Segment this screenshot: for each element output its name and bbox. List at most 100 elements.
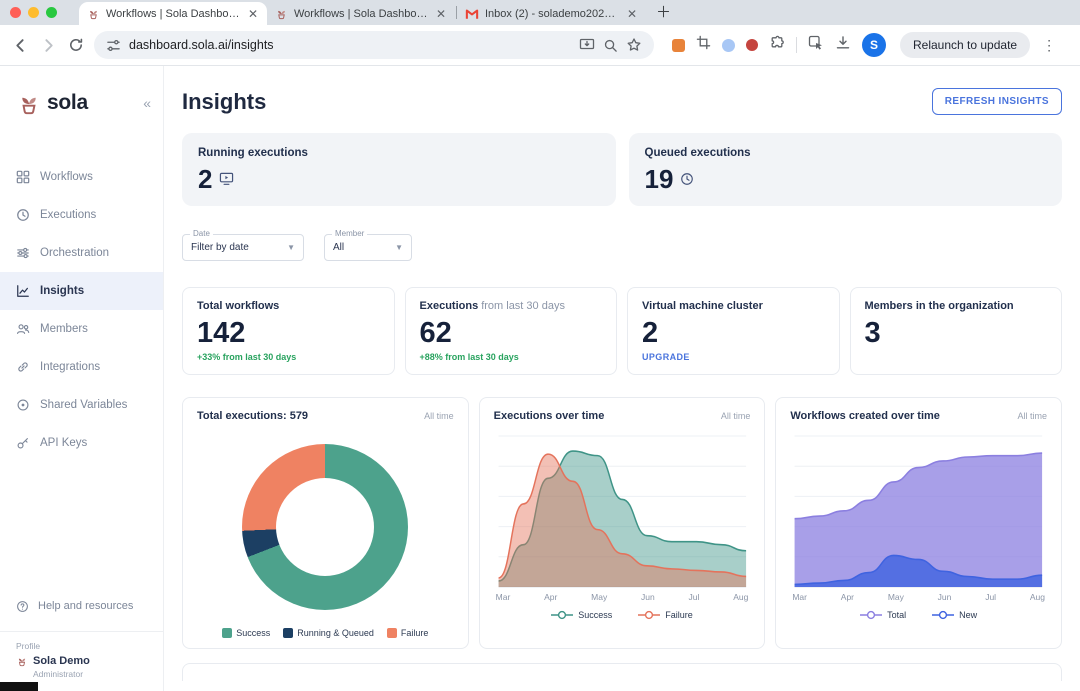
x-axis-label: Jun	[641, 592, 655, 602]
profile-avatar[interactable]: S	[862, 33, 886, 57]
install-app-icon[interactable]	[579, 38, 595, 52]
main-content: Insights REFRESH INSIGHTS Running execut…	[164, 66, 1080, 691]
tab-sola-dashboard-1[interactable]: Workflows | Sola Dashboard ✕	[79, 2, 267, 25]
x-axis-label: Jun	[937, 592, 952, 602]
bookmark-star-icon[interactable]	[626, 37, 642, 53]
legend-item: Running & Queued	[283, 628, 374, 638]
monitor-play-icon	[219, 172, 234, 186]
tab-close-icon[interactable]: ✕	[434, 7, 448, 21]
downloads-icon[interactable]	[835, 35, 851, 56]
sidebar-item-label: Members	[40, 323, 88, 335]
workflows-x-axis: Mar Apr May Jun Jul Aug	[790, 590, 1047, 602]
x-axis-label: Apr	[544, 592, 558, 602]
date-filter-label: Date	[190, 229, 213, 238]
sidebar-item-shared-variables[interactable]: Shared Variables	[0, 386, 163, 424]
tab-strip: Workflows | Sola Dashboard ✕ Workflows |…	[0, 0, 1080, 25]
workflows-legend: Total New	[790, 610, 1047, 620]
record-extension-icon[interactable]	[746, 39, 758, 51]
help-icon	[17, 600, 28, 612]
sidebar-item-members[interactable]: Members	[0, 310, 163, 348]
x-axis-label: Jul	[985, 592, 997, 602]
extension-orange-icon[interactable]	[672, 38, 685, 52]
stat-title: Members in the organization	[864, 300, 1014, 312]
sola-favicon-icon	[277, 10, 285, 20]
charts-row: Total executions: 579 All time Success Ru…	[182, 397, 1063, 649]
new-tab-button[interactable]: ＋	[646, 1, 681, 25]
sidebar-item-label: Shared Variables	[40, 399, 128, 411]
legend-item: Total	[860, 610, 906, 620]
stat-title-suffix: from last 30 days	[481, 300, 565, 312]
tab-gmail-inbox[interactable]: Inbox (2) - solademo2024@g ✕	[458, 2, 646, 25]
sidebar-collapse-icon[interactable]: «	[143, 95, 151, 111]
executions-30d-card: Executions from last 30 days 62 +88% from…	[404, 287, 617, 375]
next-card-edge	[182, 663, 1062, 681]
card-title: Queued executions	[644, 147, 751, 159]
help-label: Help and resources	[38, 600, 134, 612]
relaunch-to-update-button[interactable]: Relaunch to update	[900, 32, 1031, 58]
back-icon[interactable]	[10, 35, 30, 55]
tab-sola-dashboard-2[interactable]: Workflows | Sola Dashboard ✕	[267, 2, 455, 25]
close-window-button[interactable]	[10, 7, 21, 18]
member-filter-value: All	[333, 242, 345, 253]
sliders-icon	[17, 247, 29, 259]
upgrade-link[interactable]: UPGRADE	[642, 352, 825, 362]
inspect-tool-icon[interactable]	[808, 35, 824, 56]
clock-icon	[680, 172, 694, 186]
profile-name: Sola Demo	[16, 655, 147, 667]
member-filter-select[interactable]: Member All ▼	[324, 229, 412, 261]
sola-logo-icon	[22, 97, 36, 115]
x-axis-label: Jul	[688, 592, 700, 602]
running-executions-value: 2	[198, 164, 213, 194]
vm-cluster-card: Virtual machine cluster 2 UPGRADE	[627, 287, 840, 375]
zoom-icon[interactable]	[603, 38, 618, 53]
date-filter-select[interactable]: Date Filter by date ▼	[182, 229, 304, 261]
sidebar-item-executions[interactable]: Executions	[0, 196, 163, 234]
sidebar-item-integrations[interactable]: Integrations	[0, 348, 163, 386]
execution-summary-row: Running executions 2 Queued executions 1…	[182, 133, 1062, 206]
accessibility-extension-icon[interactable]	[722, 38, 735, 52]
total-executions-chart-card: Total executions: 579 All time Success Ru…	[182, 397, 469, 649]
stat-title-main: Executions	[419, 300, 479, 312]
workflows-area-chart	[794, 435, 1043, 588]
executions-area-chart	[497, 435, 746, 588]
stat-delta: +33% from last 30 days	[197, 352, 297, 362]
site-settings-icon[interactable]	[106, 38, 121, 53]
members-card: Members in the organization 3	[849, 287, 1062, 375]
sidebar-item-workflows[interactable]: Workflows	[0, 158, 163, 196]
legend-item: Success	[551, 610, 612, 620]
sola-logo[interactable]: sola	[16, 90, 88, 116]
sidebar-item-api-keys[interactable]: API Keys	[0, 424, 163, 462]
maximize-window-button[interactable]	[46, 7, 57, 18]
chart-title: Total executions: 579	[197, 410, 309, 422]
sidebar-item-insights[interactable]: Insights	[0, 272, 163, 310]
forward-icon[interactable]	[38, 35, 58, 55]
clock-icon	[17, 209, 29, 221]
tab-close-icon[interactable]: ✕	[625, 7, 639, 21]
sola-favicon-icon	[89, 10, 97, 20]
browser-menu-icon[interactable]: ⋮	[1038, 37, 1060, 54]
extensions-puzzle-icon[interactable]	[769, 35, 785, 56]
x-axis-label: Mar	[495, 592, 511, 602]
donut-hole	[276, 478, 375, 576]
toolbar-divider	[796, 37, 797, 53]
tab-close-icon[interactable]: ✕	[246, 7, 260, 21]
sidebar-item-help[interactable]: Help and resources	[0, 589, 163, 623]
reload-icon[interactable]	[66, 35, 86, 55]
minimize-window-button[interactable]	[28, 7, 39, 18]
screen-capture-icon[interactable]	[696, 35, 711, 55]
refresh-insights-button[interactable]: REFRESH INSIGHTS	[931, 88, 1062, 115]
url-text[interactable]: dashboard.sola.ai/insights	[129, 38, 571, 52]
badge-icon	[17, 399, 29, 411]
chart-range-badge: All time	[424, 411, 454, 421]
gmail-favicon	[465, 7, 479, 21]
brand-name: sola	[47, 91, 88, 114]
profile-role: Administrator	[33, 669, 84, 679]
address-bar[interactable]: dashboard.sola.ai/insights	[94, 31, 654, 59]
line-chart-icon	[17, 285, 29, 297]
sidebar-item-orchestration[interactable]: Orchestration	[0, 234, 163, 272]
sidebar-item-label: Insights	[40, 285, 85, 297]
legend-item: Success	[222, 628, 270, 638]
stats-row: Total workflows 142 +33% from last 30 da…	[182, 287, 1062, 375]
x-axis-label: Apr	[840, 592, 855, 602]
stat-value: 142	[197, 317, 246, 349]
